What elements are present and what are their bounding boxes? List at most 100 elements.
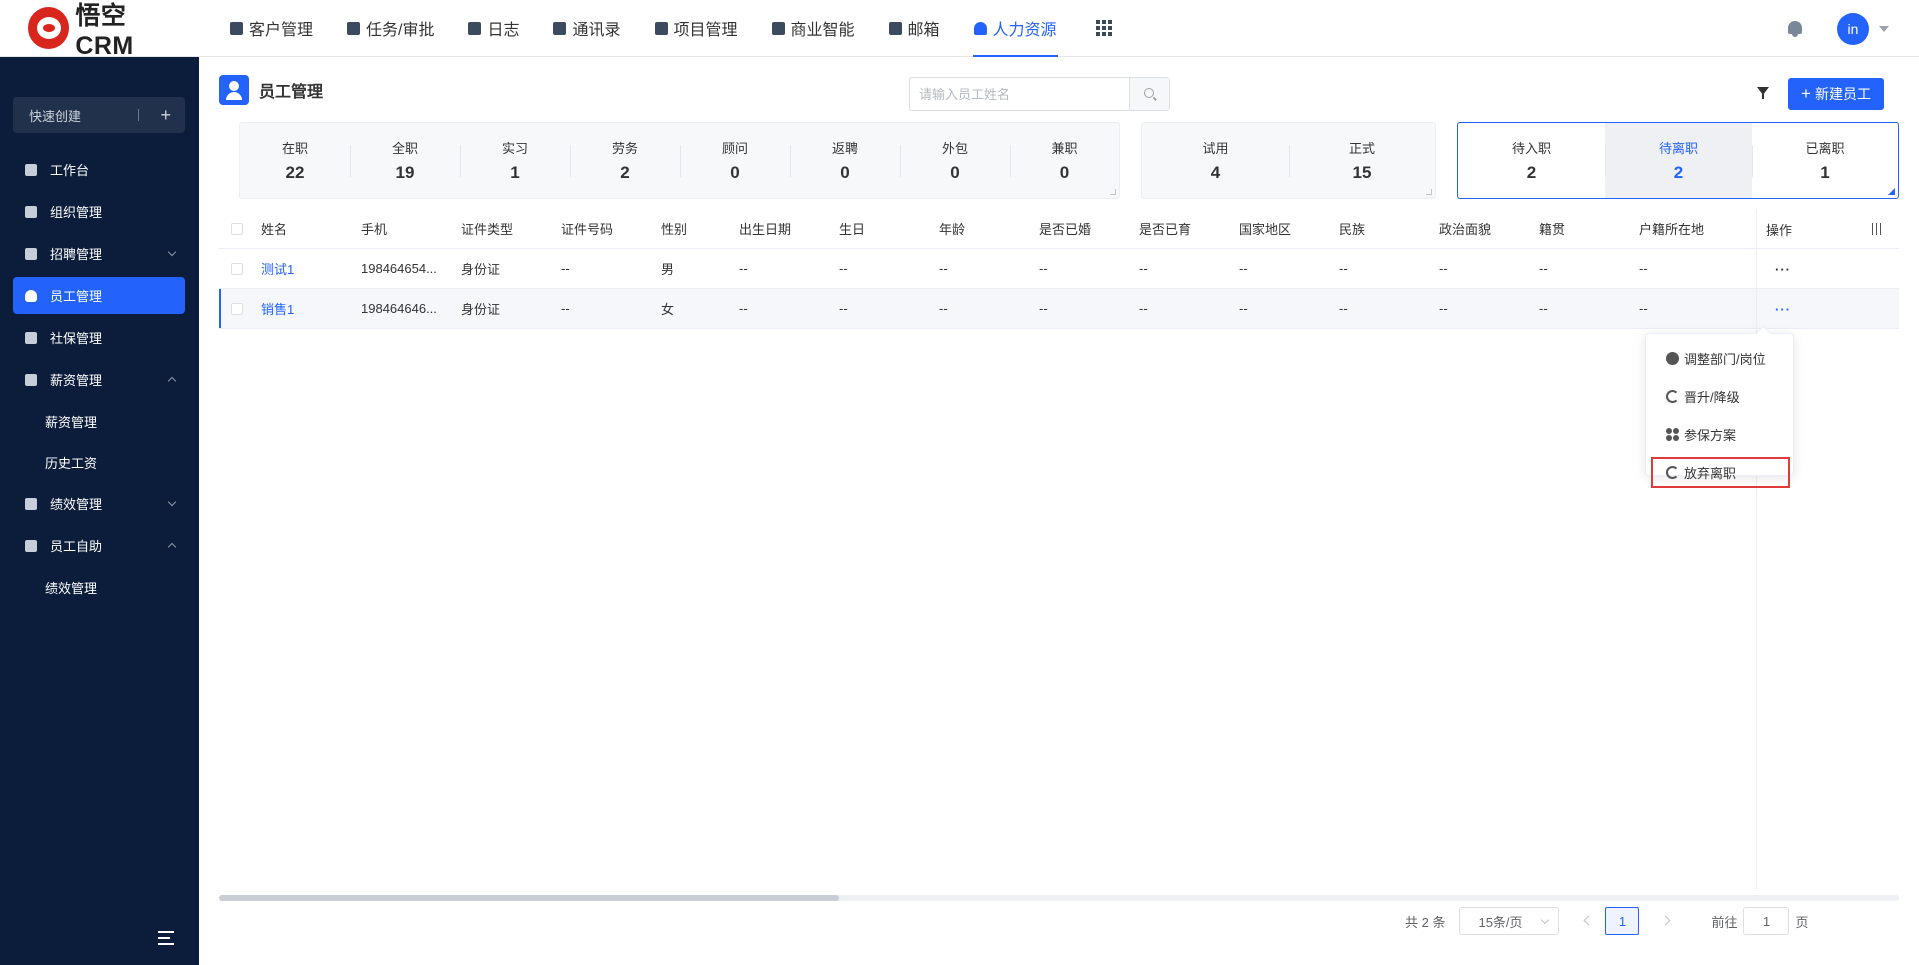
table-row[interactable]: 销售1 198464646... 身份证 -- 女 -- -- -- -- --… bbox=[219, 289, 1899, 329]
sidebar-item-label: 员工自助 bbox=[50, 539, 103, 554]
cell-ethnicity: -- bbox=[1339, 261, 1348, 276]
header-name[interactable]: 姓名 bbox=[251, 219, 351, 238]
header-age[interactable]: 年龄 bbox=[929, 219, 1029, 238]
stat-on-job[interactable]: 在职 22 bbox=[240, 123, 350, 198]
chevron-down-icon[interactable] bbox=[1879, 25, 1889, 32]
nav-customer[interactable]: 客户管理 bbox=[213, 0, 330, 57]
cell-phone: 198464654... bbox=[361, 261, 437, 276]
people-icon bbox=[973, 21, 987, 35]
total-count: 共 2 条 bbox=[1405, 914, 1446, 930]
divider bbox=[138, 109, 139, 121]
header-native-place[interactable]: 籍贯 bbox=[1529, 219, 1629, 238]
bell-icon[interactable] bbox=[1787, 20, 1803, 37]
employee-search-input[interactable] bbox=[910, 78, 1129, 110]
select-all-checkbox[interactable] bbox=[231, 222, 243, 235]
quick-create-button[interactable]: 快速创建 + bbox=[13, 97, 185, 133]
stat-consultant[interactable]: 顾问 0 bbox=[680, 123, 790, 198]
header-political[interactable]: 政治面貌 bbox=[1429, 219, 1529, 238]
stat-value: 0 bbox=[950, 163, 960, 182]
horizontal-scrollbar[interactable] bbox=[219, 895, 1899, 901]
header-birth-date[interactable]: 出生日期 bbox=[729, 219, 829, 238]
app-logo[interactable]: 悟空CRM bbox=[28, 0, 183, 61]
promote-demote-item[interactable]: 晋升/降级 bbox=[1646, 381, 1793, 412]
sidebar-item-recruit[interactable]: 招聘管理 bbox=[13, 235, 185, 272]
more-actions-icon[interactable]: ··· bbox=[1775, 302, 1791, 317]
nav-mail[interactable]: 邮箱 bbox=[872, 0, 957, 57]
stat-rehire[interactable]: 返聘 0 bbox=[790, 123, 900, 198]
header-gender[interactable]: 性别 bbox=[651, 219, 729, 238]
sidebar-subitem-salary[interactable]: 薪资管理 bbox=[13, 403, 185, 439]
user-avatar[interactable]: in bbox=[1837, 12, 1869, 45]
row-select-cell bbox=[219, 302, 251, 315]
sidebar-item-workbench[interactable]: 工作台 bbox=[13, 151, 185, 188]
sidebar-item-self-service[interactable]: 员工自助 bbox=[13, 527, 185, 564]
nav-task[interactable]: 任务/审批 bbox=[330, 0, 451, 57]
stat-resigned[interactable]: 已离职 1 bbox=[1752, 123, 1898, 198]
goto-page-input[interactable] bbox=[1743, 907, 1790, 935]
header-married[interactable]: 是否已婚 bbox=[1029, 219, 1129, 238]
sidebar-subitem-salary-history[interactable]: 历史工资 bbox=[13, 444, 185, 480]
stat-part-time[interactable]: 兼职 0 bbox=[1010, 123, 1119, 198]
header-id-number[interactable]: 证件号码 bbox=[551, 219, 651, 238]
sidebar-subitem-performance[interactable]: 绩效管理 bbox=[13, 569, 185, 605]
column-settings-icon[interactable] bbox=[1871, 223, 1883, 235]
stat-label: 兼职 bbox=[1051, 141, 1078, 156]
insurance-plan-item[interactable]: 参保方案 bbox=[1646, 419, 1793, 450]
employee-name-link[interactable]: 测试1 bbox=[251, 259, 351, 278]
refresh-icon bbox=[1666, 466, 1679, 479]
row-checkbox[interactable] bbox=[231, 302, 243, 315]
cell-has-children: -- bbox=[1139, 261, 1148, 276]
header-household[interactable]: 户籍所在地 bbox=[1629, 219, 1729, 238]
header-id-type[interactable]: 证件类型 bbox=[451, 219, 551, 238]
nav-bi[interactable]: 商业智能 bbox=[755, 0, 872, 57]
nav-log[interactable]: 日志 bbox=[451, 0, 536, 57]
header-ethnicity[interactable]: 民族 bbox=[1329, 219, 1429, 238]
stat-labor[interactable]: 劳务 2 bbox=[570, 123, 680, 198]
stat-outsource[interactable]: 外包 0 bbox=[900, 123, 1010, 198]
collapse-menu-icon[interactable] bbox=[158, 931, 180, 945]
filter-icon[interactable] bbox=[1757, 87, 1770, 100]
nav-contacts[interactable]: 通讯录 bbox=[536, 0, 637, 57]
search-icon[interactable] bbox=[1129, 78, 1169, 110]
nav-project[interactable]: 项目管理 bbox=[638, 0, 755, 57]
employee-name-link[interactable]: 销售1 bbox=[251, 299, 351, 318]
row-checkbox[interactable] bbox=[231, 262, 243, 275]
stat-value: 1 bbox=[510, 163, 520, 182]
header-country[interactable]: 国家地区 bbox=[1229, 219, 1329, 238]
stat-label: 顾问 bbox=[721, 141, 748, 156]
nav-label: 项目管理 bbox=[673, 22, 738, 39]
resize-handle-icon bbox=[1110, 189, 1116, 195]
stat-probation[interactable]: 试用 4 bbox=[1142, 123, 1289, 198]
header-birthday[interactable]: 生日 bbox=[829, 219, 929, 238]
prev-page-icon[interactable] bbox=[1573, 907, 1603, 935]
page-number[interactable]: 1 bbox=[1605, 907, 1640, 935]
stat-intern[interactable]: 实习 1 bbox=[460, 123, 570, 198]
sidebar-item-label: 工作台 bbox=[50, 163, 90, 178]
apps-grid-icon[interactable] bbox=[1095, 20, 1112, 36]
stat-label: 劳务 bbox=[611, 141, 638, 156]
sidebar-item-performance[interactable]: 绩效管理 bbox=[13, 485, 185, 522]
scrollbar-thumb[interactable] bbox=[219, 895, 839, 901]
sidebar-item-salary[interactable]: 薪资管理 bbox=[13, 361, 185, 398]
sidebar-item-employee[interactable]: 员工管理 bbox=[13, 277, 185, 314]
page-size-select[interactable]: 15条/页 bbox=[1459, 907, 1560, 935]
adjust-dept-position-item[interactable]: 调整部门/岗位 bbox=[1646, 343, 1793, 374]
sidebar-item-label: 薪资管理 bbox=[50, 373, 103, 388]
stat-pending-onboard[interactable]: 待入职 2 bbox=[1458, 123, 1605, 198]
sidebar-item-org[interactable]: 组织管理 bbox=[13, 193, 185, 230]
stat-pending-resign[interactable]: 待离职 2 bbox=[1605, 123, 1752, 198]
table-row[interactable]: 测试1 198464654... 身份证 -- 男 -- -- -- -- --… bbox=[219, 249, 1899, 289]
sidebar-item-insurance[interactable]: 社保管理 bbox=[13, 319, 185, 356]
stat-full-time[interactable]: 全职 19 bbox=[350, 123, 460, 198]
next-page-icon[interactable] bbox=[1653, 907, 1683, 935]
stat-formal[interactable]: 正式 15 bbox=[1289, 123, 1435, 198]
nav-hr[interactable]: 人力资源 bbox=[957, 0, 1074, 57]
chevron-up-icon bbox=[167, 376, 177, 386]
cancel-resignation-item[interactable]: 放弃离职 bbox=[1651, 457, 1790, 488]
cell-id-number: -- bbox=[561, 301, 570, 316]
header-phone[interactable]: 手机 bbox=[351, 219, 451, 238]
header-has-children[interactable]: 是否已育 bbox=[1129, 219, 1229, 238]
more-actions-icon[interactable]: ··· bbox=[1775, 262, 1791, 277]
new-employee-button[interactable]: + 新建员工 bbox=[1788, 78, 1884, 110]
mail-icon bbox=[888, 21, 902, 35]
